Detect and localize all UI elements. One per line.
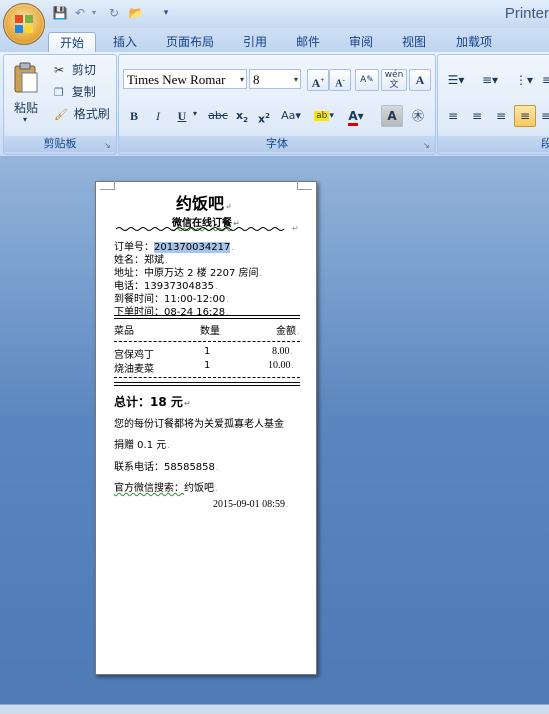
office-button[interactable] <box>3 3 45 45</box>
tab-insert[interactable]: 插入 <box>103 32 147 52</box>
item-dish: 烧油麦菜 <box>114 364 154 375</box>
clipboard-group-label: 剪贴板 <box>4 136 116 152</box>
distributed-icon[interactable]: ≡ <box>538 105 549 127</box>
office-logo-icon <box>15 15 33 33</box>
superscript-icon[interactable]: x2 <box>253 105 275 127</box>
double-rule-2-top <box>114 382 300 383</box>
font-name-dropdown-icon: ▾ <box>239 75 244 84</box>
format-painter-button[interactable]: 🖌 格式刷 <box>54 105 110 122</box>
underline-icon[interactable]: U <box>171 105 193 127</box>
clipboard-launcher-icon[interactable]: ↘ <box>104 141 113 150</box>
paragraph-group-label: 段 <box>438 136 549 152</box>
tab-home[interactable]: 开始 <box>48 32 96 53</box>
tab-review[interactable]: 审阅 <box>340 32 382 52</box>
redo-icon[interactable]: ↻ <box>106 5 122 21</box>
donation-text: 您的每份订餐都将为关爱孤寡老人基金 <box>114 419 284 430</box>
format-painter-label: 格式刷 <box>73 107 110 121</box>
font-name-value: Times New Romar <box>127 72 226 87</box>
italic-icon[interactable]: I <box>147 105 169 127</box>
dashed-rule-2 <box>114 377 300 378</box>
cut-button[interactable]: ✂ 剪切 <box>54 61 96 78</box>
item-dish: 宫保鸡丁 <box>114 350 154 361</box>
receipt-title: 约饭吧↵ <box>176 194 232 213</box>
bold-icon[interactable]: B <box>123 105 145 127</box>
clear-formatting-icon[interactable]: A✎ <box>355 69 379 91</box>
highlight-icon[interactable]: ab ▾ <box>311 105 337 127</box>
paste-dropdown-icon: ▾ <box>23 115 28 124</box>
save-icon[interactable]: 💾 <box>52 5 68 21</box>
print-datetime: 2015-09-01 08:59. <box>213 499 288 510</box>
wechat-line: 官方微信搜索：约饭吧. <box>114 483 218 494</box>
multilevel-list-icon[interactable]: ⋮▾ <box>510 69 538 91</box>
ribbon: 粘贴 ▾ ✂ 剪切 ❐ 复制 🖌 格式刷 剪贴板 ↘ Times New Rom… <box>0 52 549 157</box>
paste-icon <box>14 62 38 93</box>
window-title: Printer <box>504 5 549 22</box>
undo-dropdown-icon[interactable]: ▾ <box>86 5 102 21</box>
order-total: 总计：18 元↵ <box>114 395 191 409</box>
contact-phone: 联系电话：58585858. <box>114 462 219 473</box>
align-right-icon[interactable]: ≡ <box>490 105 512 127</box>
document-page[interactable]: 约饭吧↵ 微信在线订餐↵ ↵ 订单号：201370034217. 姓名：郑斌. … <box>95 181 317 675</box>
format-painter-icon: 🖌 <box>54 108 68 121</box>
item-qty: 1 <box>204 346 211 357</box>
dashed-rule-1 <box>114 341 300 342</box>
font-name-combo[interactable]: Times New Romar ▾ <box>123 69 247 89</box>
tab-mailings[interactable]: 邮件 <box>287 32 329 52</box>
font-group-label: 字体 <box>119 136 435 152</box>
margin-corner-tr <box>297 181 312 190</box>
font-size-dropdown-icon: ▾ <box>293 75 298 84</box>
item-amount: 10.00. <box>268 360 294 371</box>
numbering-icon[interactable]: ≡▾ <box>476 69 504 91</box>
enclose-characters-icon[interactable]: ㊍ <box>407 105 429 127</box>
grow-font-icon[interactable]: A+ <box>307 69 329 91</box>
ribbon-tab-bar: 开始 插入 页面布局 引用 邮件 审阅 视图 加载项 <box>0 28 549 53</box>
customize-toolbar-icon[interactable]: ▾ <box>158 5 174 21</box>
underline-dropdown-icon[interactable]: ▾ <box>193 109 197 118</box>
open-folder-icon[interactable]: 📂 <box>128 5 144 21</box>
bullets-icon[interactable]: ☰▾ <box>442 69 470 91</box>
item-amount: 8.00. <box>272 346 293 357</box>
double-rule-top <box>114 315 300 316</box>
tab-view[interactable]: 视图 <box>393 32 435 52</box>
tab-references[interactable]: 引用 <box>234 32 276 52</box>
wave-divider <box>116 227 285 231</box>
title-bar: 💾 ↶ ▾ ↻ 📂 ▾ Printer <box>0 0 549 28</box>
align-center-icon[interactable]: ≡ <box>466 105 488 127</box>
phonetic-guide-icon[interactable]: wén 文 <box>381 69 407 91</box>
paragraph-mark: ↵ <box>292 224 299 233</box>
font-size-combo[interactable]: 8 ▾ <box>249 69 301 89</box>
font-color-icon[interactable]: A▾ <box>343 105 369 127</box>
character-shading-icon[interactable]: A <box>381 105 403 127</box>
decrease-indent-icon[interactable]: ≡ <box>540 69 549 91</box>
font-group: Times New Romar ▾ 8 ▾ A+ A- A✎ wén 文 A B … <box>118 54 436 155</box>
cut-label: 剪切 <box>71 63 96 77</box>
shrink-font-icon[interactable]: A- <box>329 69 351 91</box>
clipboard-group: 粘贴 ▾ ✂ 剪切 ❐ 复制 🖌 格式刷 剪贴板 ↘ <box>3 54 117 155</box>
double-rule-2-bottom <box>114 385 300 386</box>
paragraph-group: ☰▾ ≡▾ ⋮▾ ≡ ≡ ≡ ≡ ≡ ≡ 段 <box>437 54 549 155</box>
item-qty: 1 <box>204 360 211 371</box>
donation-amount: 捐赠 0.1 元. <box>114 440 170 451</box>
copy-button[interactable]: ❐ 复制 <box>54 83 96 100</box>
change-case-icon[interactable]: Aa▾ <box>277 105 305 127</box>
strikethrough-icon[interactable]: abc <box>205 105 231 127</box>
tab-page-layout[interactable]: 页面布局 <box>158 32 222 52</box>
double-rule-bottom <box>114 318 300 319</box>
column-header-dish: 菜品 <box>114 326 134 337</box>
copy-label: 复制 <box>71 85 96 99</box>
paste-button[interactable]: 粘贴 ▾ <box>10 59 42 129</box>
tab-add-ins[interactable]: 加载项 <box>447 32 501 52</box>
subscript-icon[interactable]: x2 <box>231 105 253 127</box>
column-header-qty: 数量 <box>200 326 220 337</box>
margin-corner-tl <box>100 181 115 190</box>
paste-label: 粘贴 <box>14 101 39 115</box>
character-border-icon[interactable]: A <box>409 69 431 91</box>
font-launcher-icon[interactable]: ↘ <box>423 141 432 150</box>
copy-icon: ❐ <box>54 86 64 99</box>
font-size-value: 8 <box>253 72 260 87</box>
justify-icon[interactable]: ≡ <box>514 105 536 127</box>
column-header-amount: 金额. <box>276 326 300 337</box>
scissors-icon: ✂ <box>54 63 65 77</box>
align-left-icon[interactable]: ≡ <box>442 105 464 127</box>
